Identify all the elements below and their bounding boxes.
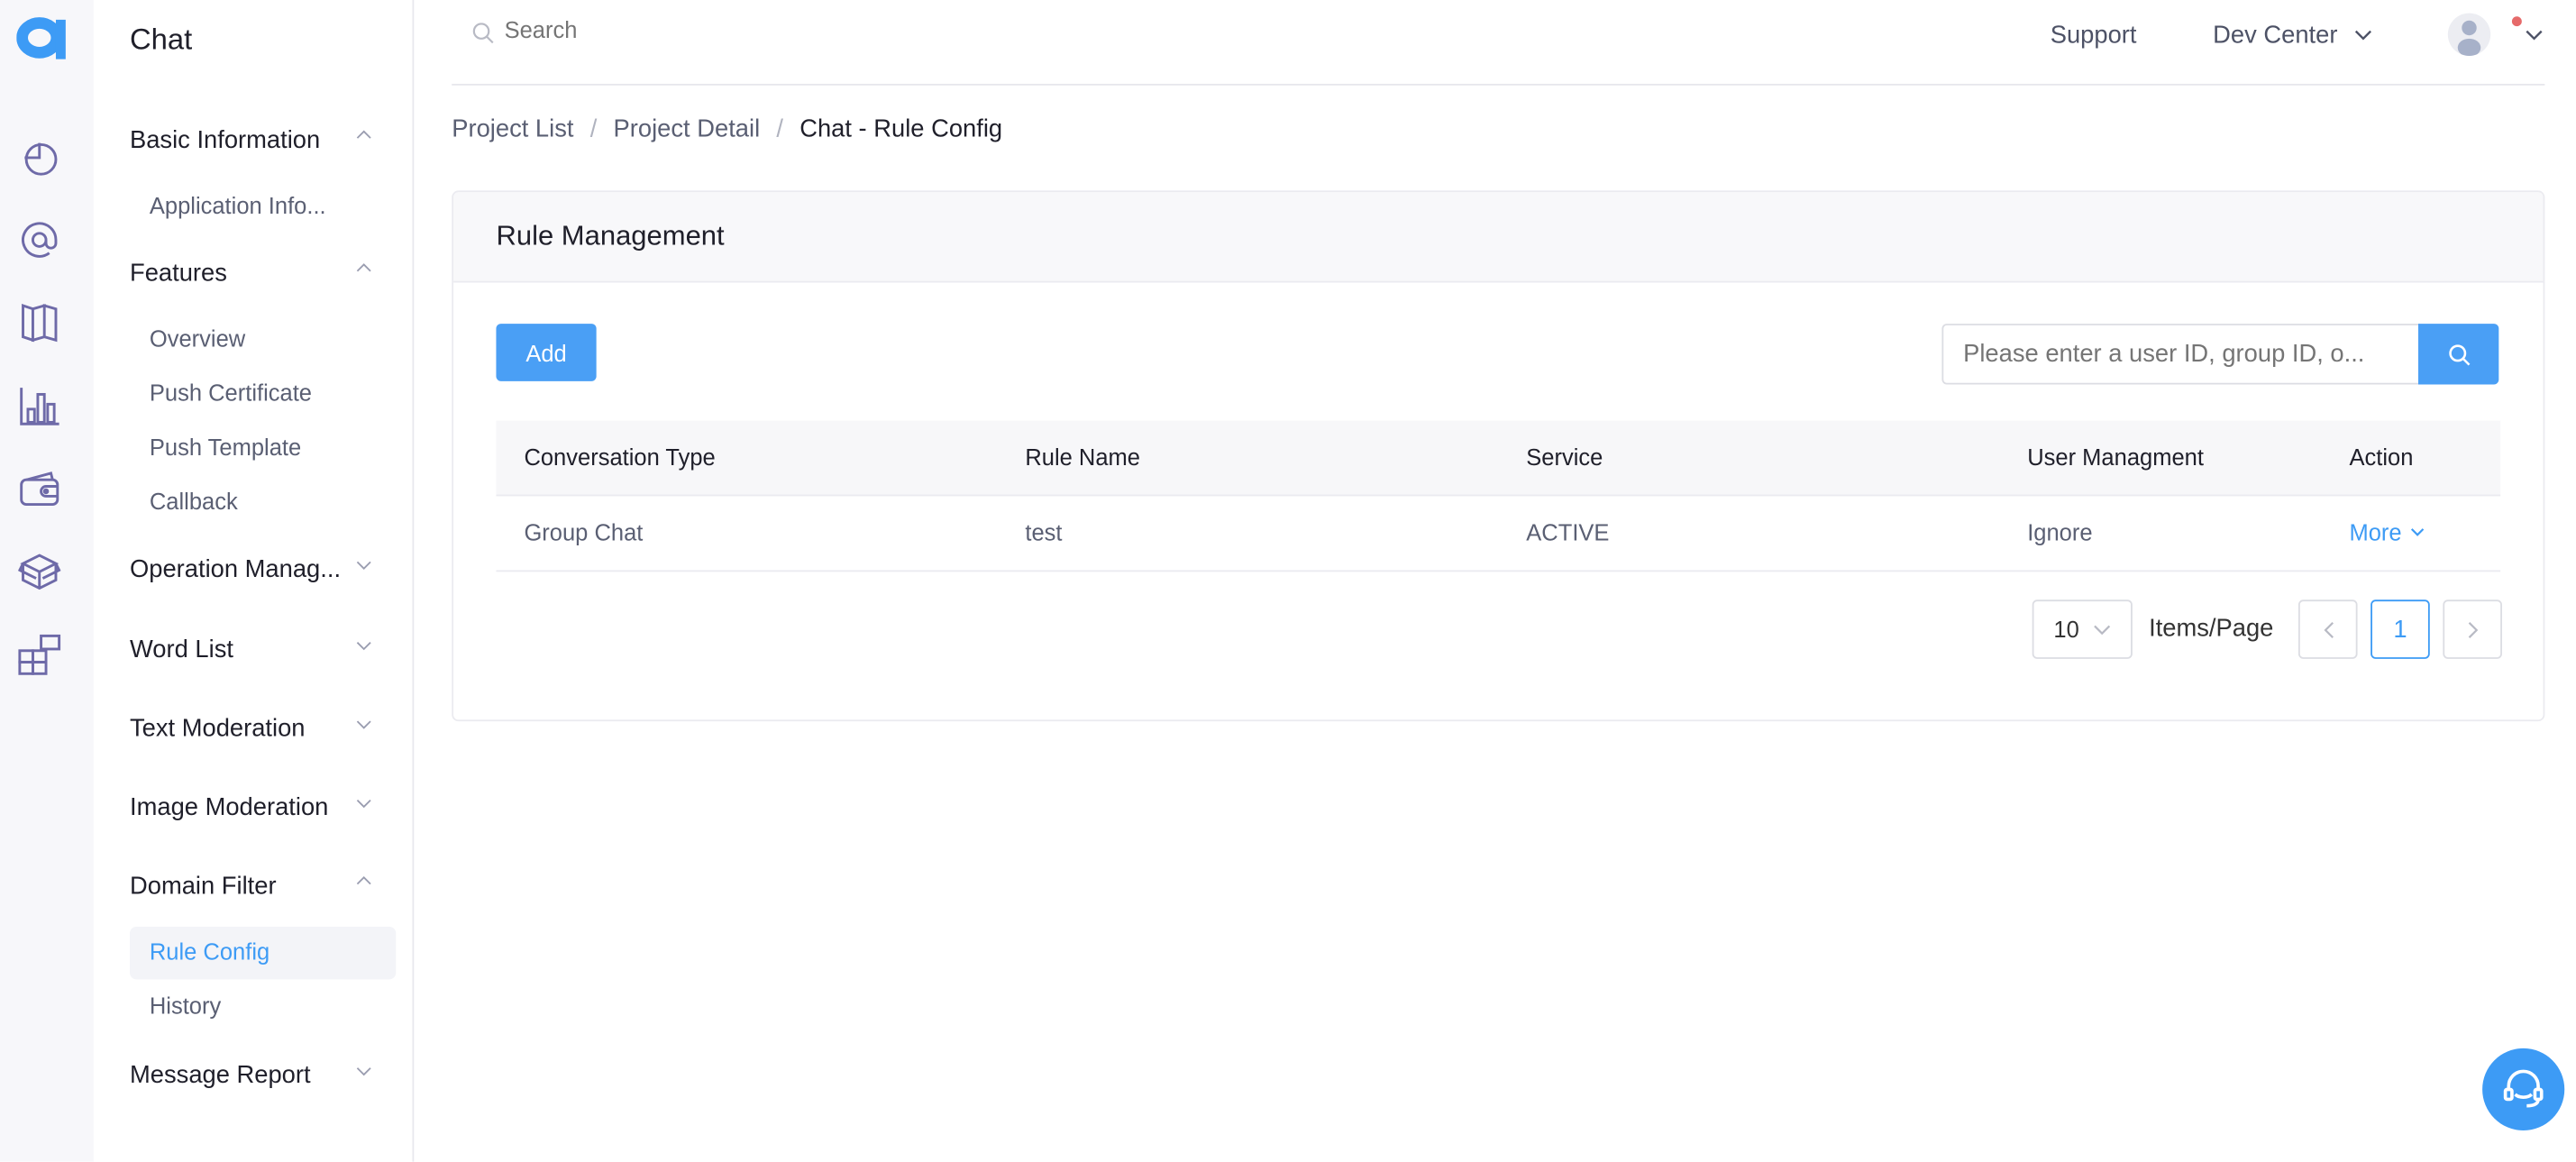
breadcrumb-current: Chat - Rule Config [799,114,1003,143]
avatar[interactable] [2447,13,2491,56]
chevron-left-icon [2323,621,2334,638]
more-dropdown[interactable]: More [2349,519,2425,545]
dev-center-dropdown[interactable]: Dev Center [2213,22,2372,50]
sidebar-item-history[interactable]: History [150,993,221,1019]
column-header: Rule Name [1025,444,1141,471]
sidebar-group-0[interactable]: Basic Information [130,126,320,154]
breadcrumb-project-list[interactable]: Project List [452,115,573,143]
bar-chart-icon[interactable] [18,385,60,427]
sidebar-item-application-info-[interactable]: Application Info... [150,192,326,218]
cell-user-management: Ignore [2027,518,2093,546]
sidebar-group-5[interactable]: Image Moderation [130,793,328,821]
chevron-down-icon[interactable] [356,1063,371,1077]
add-button[interactable]: Add [496,324,597,381]
chevron-right-icon [2467,621,2478,638]
apps-icon[interactable] [18,634,61,677]
breadcrumb-separator: / [776,114,783,143]
page-1-button[interactable]: 1 [2370,599,2430,659]
sidebar-item-rule-config[interactable]: Rule Config [150,938,269,965]
chevron-down-icon [2094,624,2111,635]
sidebar-group-6[interactable]: Domain Filter [130,873,277,901]
card-title: Rule Management [496,220,725,252]
sidebar-menu: Chat Basic Information Application Info..… [93,0,415,1162]
sidebar-item-callback[interactable]: Callback [150,488,238,514]
sidebar-item-overview[interactable]: Overview [150,325,245,352]
sidebar-group-3[interactable]: Word List [130,636,233,663]
sidebar-item-push-certificate[interactable]: Push Certificate [150,380,312,406]
icon-rail [0,0,94,1162]
sidebar-group-1[interactable]: Features [130,260,227,288]
cell-rule-name: test [1025,518,1063,546]
chevron-down-icon[interactable] [356,717,371,731]
chevron-up-icon[interactable] [356,261,371,276]
logo-icon[interactable] [16,14,66,63]
sidebar-group-2[interactable]: Operation Manag... [130,555,341,583]
search-icon [2448,343,2470,365]
sidebar-group-4[interactable]: Text Moderation [130,715,306,743]
support-link[interactable]: Support [2051,22,2137,50]
table-row: Group Chat test ACTIVE Ignore More [496,495,2501,572]
headset-icon [2503,1069,2544,1108]
at-icon[interactable] [18,218,60,261]
rule-management-card: Rule Management Add Conversation Type Rul… [452,190,2545,722]
app-title: Chat [129,23,193,56]
chevron-down-icon[interactable] [356,795,371,810]
sidebar-group-7[interactable]: Message Report [130,1061,311,1089]
items-per-page-label: Items/Page [2149,614,2274,643]
rule-search-input[interactable] [1941,324,2420,385]
breadcrumb: Project List / Project Detail / Chat - Rul… [452,115,1002,143]
cell-service: ACTIVE [1526,518,1610,546]
column-header: Conversation Type [524,444,716,471]
chevron-up-icon[interactable] [356,874,371,889]
chevron-down-icon[interactable] [2525,30,2543,41]
chevron-down-icon [2410,528,2425,536]
cell-conversation-type: Group Chat [524,518,644,546]
wallet-icon[interactable] [18,468,60,510]
map-icon[interactable] [18,301,60,343]
more-label: More [2349,518,2402,546]
notification-dot [2511,16,2522,27]
chevron-up-icon[interactable] [356,128,371,142]
search-button[interactable] [2418,324,2499,385]
breadcrumb-project-detail[interactable]: Project Detail [614,115,761,143]
chevron-down-icon[interactable] [356,557,371,572]
search-icon [472,23,494,44]
customer-support-button[interactable] [2482,1048,2565,1131]
box-icon[interactable] [18,551,61,593]
page-size-select[interactable]: 10 [2032,599,2133,659]
dashboard-icon[interactable] [18,134,60,177]
breadcrumb-separator: / [589,114,598,143]
sidebar-item-push-template[interactable]: Push Template [150,434,301,460]
column-header: Service [1526,444,1603,471]
column-header: Action [2349,444,2414,471]
page-size-value: 10 [2053,616,2079,643]
global-search-input[interactable] [500,14,1001,45]
chevron-down-icon[interactable] [356,637,371,652]
prev-page-button[interactable] [2297,599,2358,659]
dev-center-label: Dev Center [2213,21,2338,50]
chevron-down-icon [2354,30,2371,41]
user-icon [2457,20,2481,56]
top-header: Support Dev Center [452,0,2545,86]
column-header: User Managment [2027,444,2204,471]
next-page-button[interactable] [2443,599,2502,659]
